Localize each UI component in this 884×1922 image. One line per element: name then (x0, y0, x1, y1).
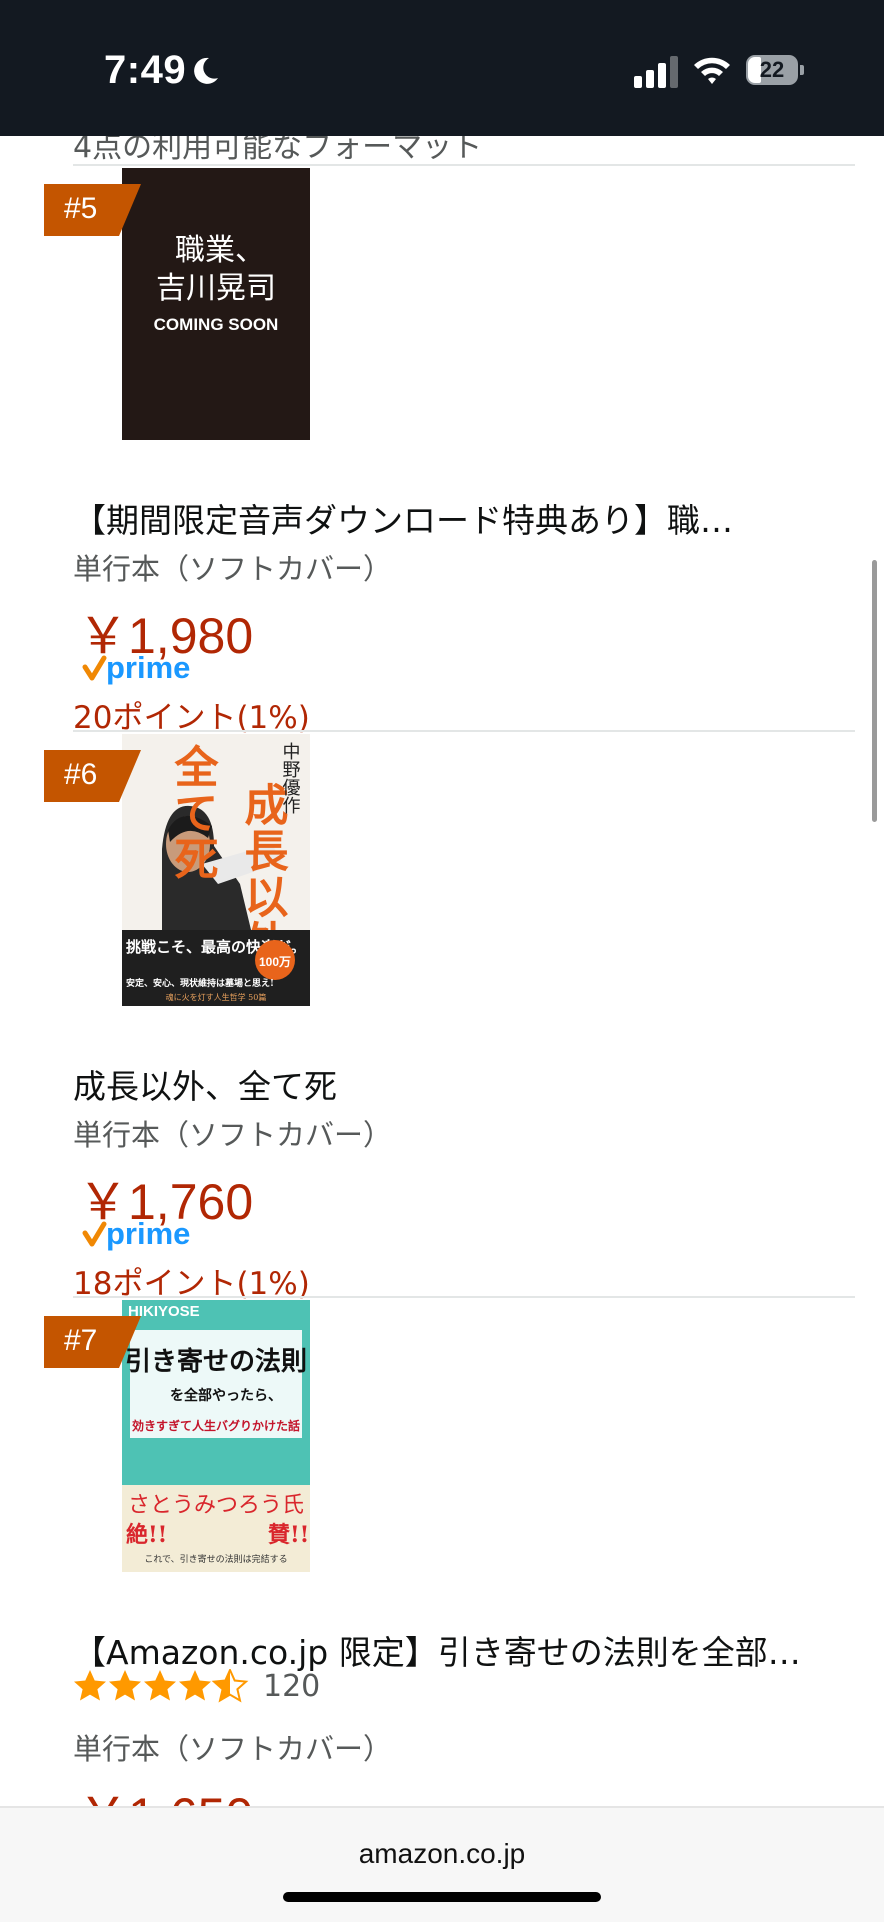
rank-badge: #7 (44, 1316, 141, 1368)
rank-badge: #5 (44, 184, 141, 236)
rank-label: #5 (64, 192, 98, 225)
product-title-link[interactable]: 【Amazon.co.jp 限定】引き寄せの法則を全部… (73, 1626, 801, 1674)
wifi-icon (694, 57, 730, 84)
product-item[interactable]: 職業、 吉川晃司 COMING SOON #5 【期間限定音声ダウンロード特典あ… (0, 164, 884, 736)
moon-icon (194, 57, 218, 84)
rank-label: #6 (64, 758, 98, 791)
cover-text: 安定、安心、現状維持は墓場と思え! (126, 977, 274, 989)
available-formats-text: 4点の利用可能なフォーマット (73, 136, 483, 165)
cover-text: を全部やったら、 (170, 1387, 282, 1404)
prime-label: prime (106, 1216, 190, 1251)
cover-text: 引き寄せの法則 (125, 1346, 307, 1377)
scrollbar[interactable] (872, 560, 877, 822)
status-time: 7:49 (104, 48, 187, 92)
cover-text: 絶!! (126, 1522, 167, 1548)
prime-badge-icon: prime (82, 650, 190, 685)
product-item[interactable]: 成長以外 全て死 中野優作 挑戦こそ、最高の快楽だ。 100万 安定、安心、現状… (0, 730, 884, 1302)
product-price: ￥1,650 (78, 1776, 253, 1806)
browser-address-bar[interactable]: amazon.co.jp (0, 1806, 884, 1922)
product-format[interactable]: 単行本（ソフトカバー） (73, 1112, 392, 1154)
cover-text: 中野優作 (280, 742, 301, 814)
product-format[interactable]: 単行本（ソフトカバー） (73, 546, 392, 588)
stars-icon (74, 1669, 247, 1702)
item-divider (73, 730, 855, 732)
rank-badge: #6 (44, 750, 141, 802)
battery-icon: 22 (746, 55, 806, 87)
rating-count[interactable]: 120 (263, 1669, 320, 1704)
prime-badge-icon: prime (82, 1216, 190, 1251)
cover-text: さとうみつろう氏 (128, 1493, 304, 1518)
home-indicator[interactable] (283, 1892, 601, 1902)
cover-text: これで、引き寄せの法則は完結する (144, 1553, 287, 1565)
book-cover-image[interactable]: HIKIYOSE 引き寄せの法則 を全部やったら、 効きすぎて人生バグりかけた話… (122, 1300, 310, 1572)
cover-text: 賛!! (268, 1522, 309, 1548)
product-format[interactable]: 単行本（ソフトカバー） (73, 1726, 392, 1768)
battery-level: 22 (759, 57, 785, 82)
product-title-link[interactable]: 【期間限定音声ダウンロード特典あり】職… (73, 494, 733, 542)
signal-icon (634, 56, 678, 88)
cover-text: 吉川晃司 (156, 271, 276, 306)
product-title-link[interactable]: 成長以外、全て死 (73, 1060, 337, 1108)
cover-text: COMING SOON (154, 315, 279, 334)
prime-label: prime (106, 650, 190, 685)
search-results-list[interactable]: 4点の利用可能なフォーマット 職業、 吉川晃司 COMING SOON #5 【… (0, 136, 884, 1806)
cover-text: 全て死 (167, 743, 220, 882)
cover-text: 魂に火を灯す人生哲学 50篇 (166, 992, 267, 1002)
cover-text: 100万 (259, 955, 291, 969)
cover-text: 職業、 (175, 233, 265, 268)
rank-label: #7 (64, 1324, 98, 1357)
book-cover-image[interactable]: 成長以外 全て死 中野優作 挑戦こそ、最高の快楽だ。 100万 安定、安心、現状… (122, 734, 310, 1006)
status-bar: 7:49 22 (0, 0, 884, 136)
cover-text: 効きすぎて人生バグりかけた話 (132, 1418, 300, 1433)
item-divider (73, 164, 855, 166)
item-divider (73, 1296, 855, 1298)
book-cover-image[interactable]: 職業、 吉川晃司 COMING SOON (122, 168, 310, 440)
url-text[interactable]: amazon.co.jp (0, 1838, 884, 1870)
product-item[interactable]: HIKIYOSE 引き寄せの法則 を全部やったら、 効きすぎて人生バグりかけた話… (0, 1296, 884, 1806)
